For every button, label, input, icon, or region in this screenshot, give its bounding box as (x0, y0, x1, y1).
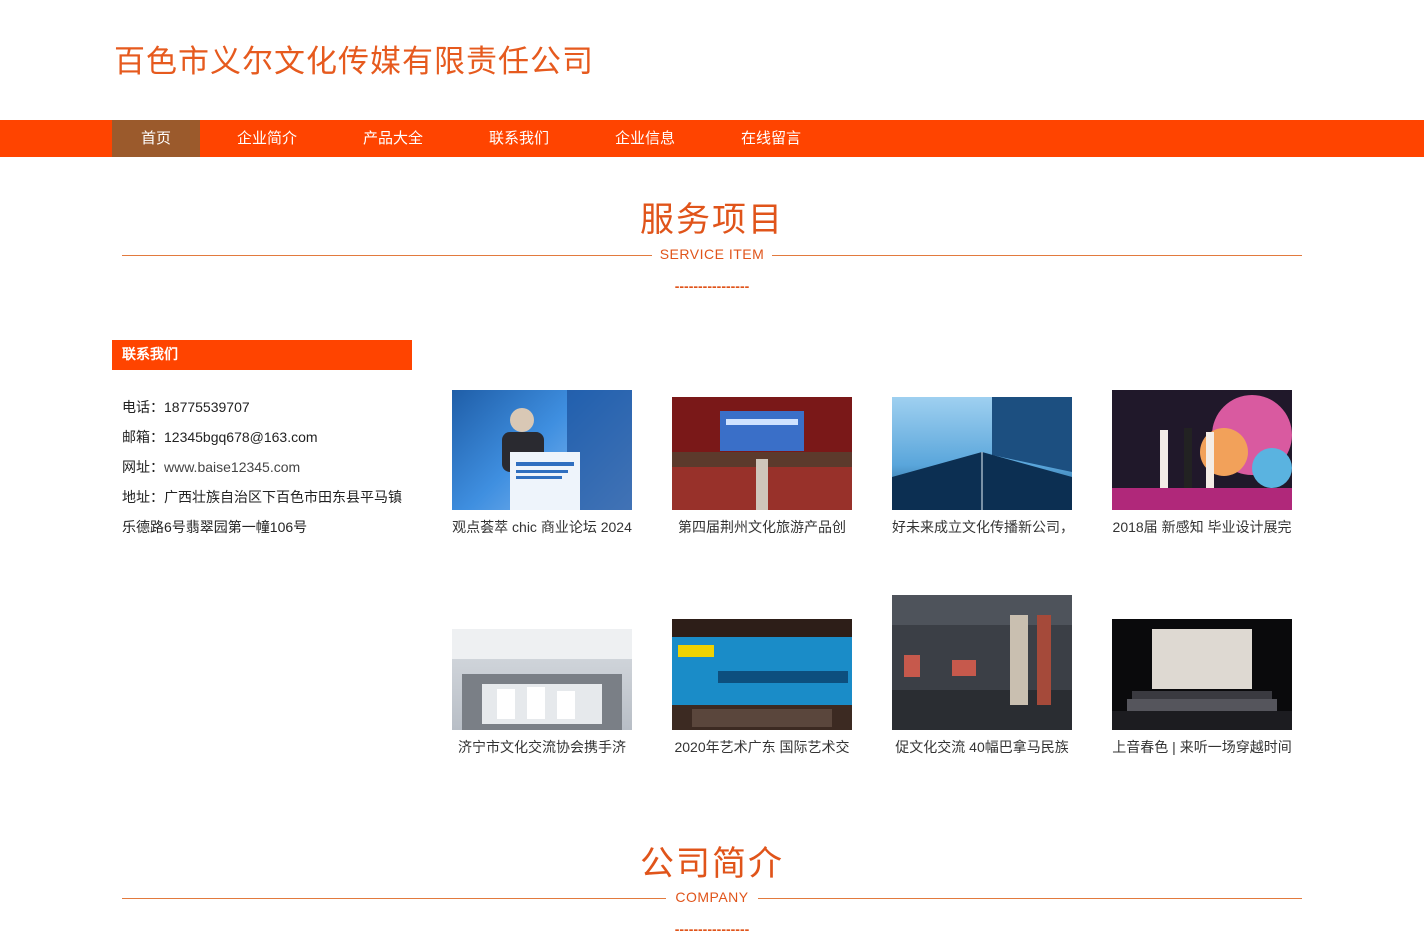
nav-item-about[interactable]: 企业简介 (226, 120, 308, 157)
product-caption[interactable]: 观点荟萃 chic 商业论坛 2024 (452, 517, 632, 537)
contact-address-cont: 乐德路6号翡翠园第一幢106号 (122, 519, 308, 535)
product-image[interactable] (892, 397, 1072, 510)
nav-item-home[interactable]: 首页 (112, 120, 200, 157)
phone-value: 18775539707 (164, 399, 250, 415)
company-subtitle: COMPANY (675, 889, 749, 905)
service-subtitle: SERVICE ITEM (659, 246, 765, 262)
product-card[interactable]: 2018届 新感知 毕业设计展完 (1112, 390, 1292, 540)
product-caption[interactable]: 2018届 新感知 毕业设计展完 (1112, 517, 1292, 537)
site-title: 百色市义尔文化传媒有限责任公司 (114, 44, 594, 80)
product-card[interactable]: 2020年艺术广东 国际艺术交 (672, 619, 852, 760)
product-card[interactable]: 第四届荆州文化旅游产品创 (672, 397, 852, 540)
product-photo-artexpo (672, 637, 852, 730)
product-card[interactable]: 促文化交流 40幅巴拿马民族 (892, 595, 1072, 760)
product-card[interactable]: 好未来成立文化传播新公司， (892, 397, 1072, 540)
product-image[interactable] (1112, 619, 1292, 730)
product-image[interactable] (672, 619, 852, 730)
service-title: 服务项目 (640, 200, 784, 240)
product-card[interactable]: 济宁市文化交流协会携手济 (452, 629, 632, 760)
product-caption[interactable]: 第四届荆州文化旅游产品创 (672, 517, 852, 537)
service-divider-right (772, 255, 1302, 256)
website-label: 网址： (122, 459, 164, 475)
product-caption[interactable]: 济宁市文化交流协会携手济 (452, 737, 632, 757)
product-card[interactable]: 上音春色 | 来听一场穿越时间 (1112, 619, 1292, 760)
product-photo-exhibition (1112, 395, 1292, 510)
product-photo-hall (672, 397, 852, 510)
company-dashes: ---------------- (674, 921, 750, 933)
product-card[interactable]: 观点荟萃 chic 商业论坛 2024 (452, 390, 632, 540)
phone-label: 电话： (122, 399, 164, 415)
address-label: 地址： (122, 489, 164, 505)
product-image[interactable] (452, 390, 632, 510)
company-divider-right (758, 898, 1302, 899)
contact-website: 网址：www.baise12345.com (122, 457, 300, 477)
nav-item-products[interactable]: 产品大全 (352, 120, 434, 157)
address-value-1: 广西壮族自治区下百色市田东县平马镇 (164, 489, 402, 505)
company-title: 公司简介 (640, 844, 784, 884)
website-link[interactable]: www.baise12345.com (164, 459, 300, 475)
product-photo-gallery (892, 595, 1072, 730)
product-photo-concert (1112, 629, 1292, 730)
product-image[interactable] (892, 595, 1072, 730)
email-value: 12345bgq678@163.com (164, 429, 318, 445)
product-image[interactable] (672, 397, 852, 510)
contact-address: 地址：广西壮族自治区下百色市田东县平马镇 (122, 487, 402, 507)
product-caption[interactable]: 上音春色 | 来听一场穿越时间 (1112, 737, 1292, 757)
product-photo-model (452, 629, 632, 730)
product-photo-forum (502, 390, 632, 510)
nav-item-info[interactable]: 企业信息 (604, 120, 686, 157)
contact-phone: 电话：18775539707 (122, 397, 250, 417)
product-image[interactable] (452, 629, 632, 730)
contact-heading: 联系我们 (112, 340, 412, 370)
main-nav: 首页 企业简介 产品大全 联系我们 企业信息 在线留言 (0, 120, 1424, 157)
service-dashes: ---------------- (674, 278, 750, 294)
product-image[interactable] (1112, 390, 1292, 510)
contact-email: 邮箱：12345bgq678@163.com (122, 427, 318, 447)
email-label: 邮箱： (122, 429, 164, 445)
nav-item-contact[interactable]: 联系我们 (478, 120, 560, 157)
product-caption[interactable]: 好未来成立文化传播新公司， (892, 517, 1072, 537)
product-caption[interactable]: 促文化交流 40幅巴拿马民族 (892, 737, 1072, 757)
nav-item-message[interactable]: 在线留言 (730, 120, 812, 157)
product-caption[interactable]: 2020年艺术广东 国际艺术交 (672, 737, 852, 757)
product-photo-building (892, 397, 1072, 510)
